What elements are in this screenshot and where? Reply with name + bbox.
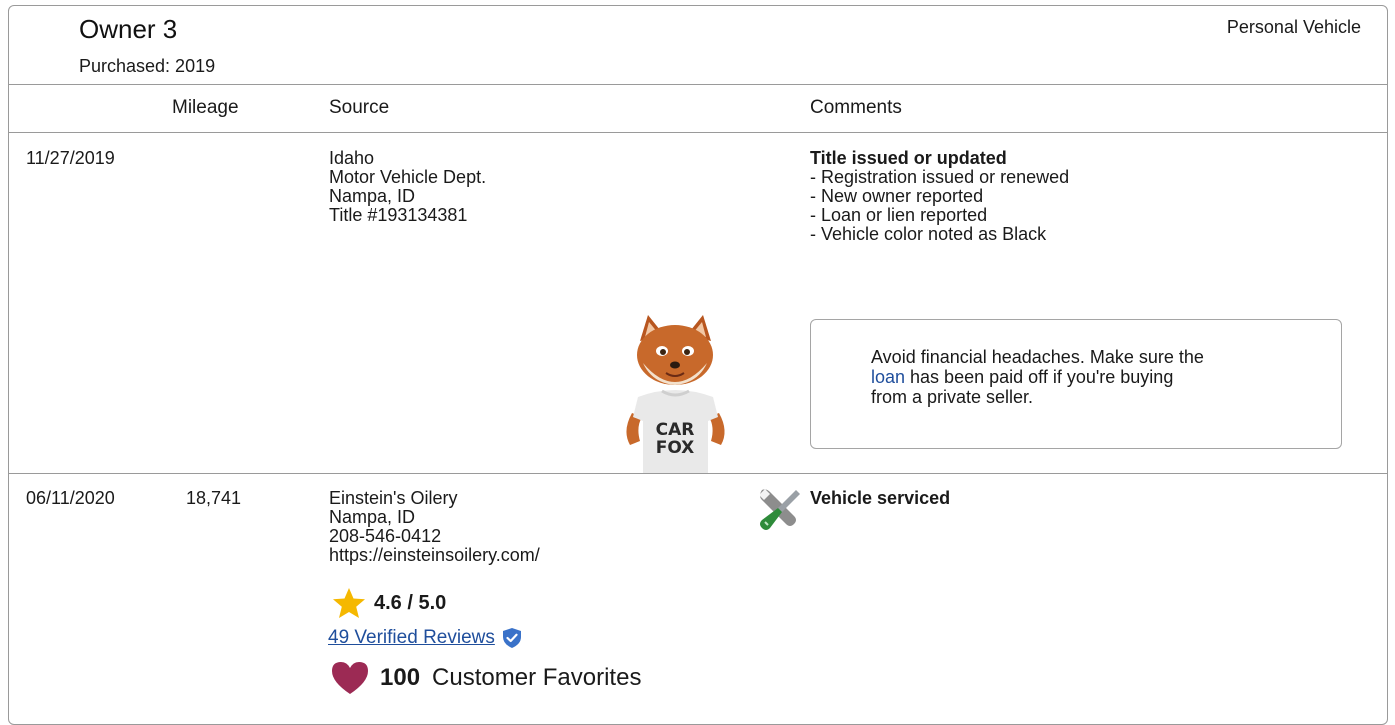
heart-icon <box>332 662 368 694</box>
column-header-comments: Comments <box>810 97 902 118</box>
tip-box: Avoid financial headaches. Make sure the… <box>810 319 1342 449</box>
carfox-mascot-icon: CAR FOX <box>626 315 725 473</box>
tip-text: Avoid financial headaches. Make sure the… <box>871 347 1291 407</box>
source-line: Nampa, ID <box>329 507 416 527</box>
divider <box>9 473 1387 474</box>
record-mileage: 18,741 <box>186 488 242 508</box>
favorites-row: 100 Customer Favorites <box>330 660 641 696</box>
record-date: 06/11/2020 <box>26 488 115 508</box>
reviews-row: 49 Verified Reviews <box>328 627 523 649</box>
favorites-count: 100 <box>380 664 421 691</box>
tip-line: Avoid financial headaches. Make sure the <box>871 347 1204 367</box>
comment-line: - Loan or lien reported <box>810 205 988 225</box>
column-header-mileage: Mileage <box>172 97 239 118</box>
purchased-year: Purchased: 2019 <box>79 56 216 76</box>
source-line: 208-546-0412 <box>329 526 442 546</box>
favorites-label: Customer Favorites <box>432 664 642 691</box>
rating-value: 4.6 / 5.0 <box>374 591 447 614</box>
rating-row: 4.6 / 5.0 <box>332 585 446 621</box>
comment-title: Title issued or updated <box>810 148 1007 168</box>
tip-line: has been paid off if you're buying <box>905 367 1174 387</box>
verified-reviews-link[interactable]: 49 Verified Reviews <box>328 627 495 649</box>
source-line: Idaho <box>329 148 375 168</box>
source-line: Motor Vehicle Dept. <box>329 167 487 187</box>
record-date: 11/27/2019 <box>26 148 115 168</box>
source-line: Title #193134381 <box>329 205 468 225</box>
vehicle-type: Personal Vehicle <box>1226 17 1361 37</box>
record-source: Einstein's Oilery Nampa, ID 208-546-0412… <box>329 489 540 565</box>
divider <box>9 132 1387 133</box>
divider <box>9 84 1387 85</box>
source-line: Nampa, ID <box>329 186 416 206</box>
verified-shield-icon <box>502 628 521 648</box>
record-source: Idaho Motor Vehicle Dept. Nampa, ID Titl… <box>329 149 486 225</box>
mascot-shirt-text: CAR <box>656 420 695 440</box>
star-icon <box>333 588 365 618</box>
wrench-screwdriver-icon <box>759 489 800 530</box>
comment-title: Vehicle serviced <box>810 488 951 508</box>
tip-line: from a private seller. <box>871 387 1034 407</box>
comment-line: - Vehicle color noted as Black <box>810 224 1047 244</box>
source-line: https://einsteinsoilery.com/ <box>329 545 540 565</box>
owner-title: Owner 3 <box>79 14 178 44</box>
comment-line: - Registration issued or renewed <box>810 167 1070 187</box>
source-line: Einstein's Oilery <box>329 488 458 508</box>
column-header-source: Source <box>329 97 390 118</box>
mascot-shirt-text: FOX <box>656 438 695 458</box>
loan-link[interactable]: loan <box>871 367 905 387</box>
comment-line: - New owner reported <box>810 186 984 206</box>
record-comments: Title issued or updated - Registration i… <box>810 149 1069 244</box>
record-comments: Vehicle serviced <box>810 489 950 508</box>
